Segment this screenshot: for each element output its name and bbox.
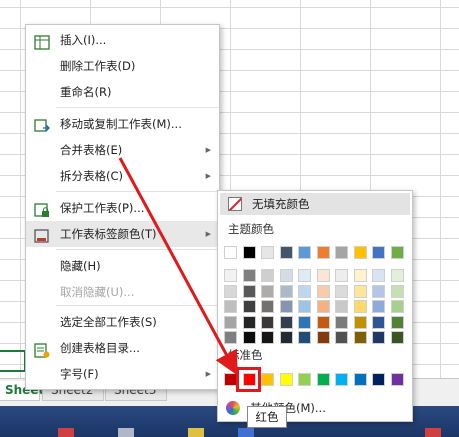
annotation-arrow (118, 157, 238, 376)
arrow-line (118, 157, 238, 376)
